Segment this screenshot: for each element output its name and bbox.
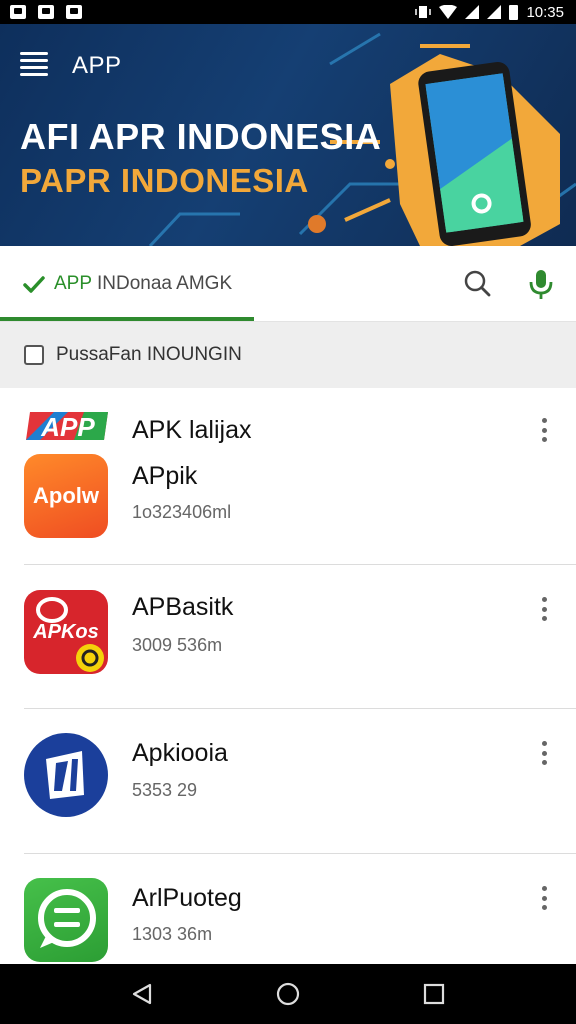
home-icon[interactable]: [276, 982, 300, 1006]
app-list: APP APK lalijax Apolw APpik 1o323406ml A…: [0, 388, 576, 964]
overflow-menu-button[interactable]: [540, 741, 548, 765]
app-name: APK lalijax: [132, 416, 252, 444]
app-size: 1o323406ml: [132, 502, 232, 522]
overflow-dot: [541, 905, 547, 910]
search-input[interactable]: APP INDonaa AMGK: [22, 264, 232, 304]
overflow-dot: [541, 606, 547, 612]
overflow-dot: [541, 437, 547, 442]
search-query: APP INDonaa AMGK: [54, 273, 232, 295]
recent-apps-icon[interactable]: [422, 982, 446, 1006]
overflow-dot: [541, 427, 547, 433]
photo-notification-icon: [10, 5, 26, 19]
app-icon: APKos: [24, 590, 108, 674]
app-size: 1303 36m: [132, 924, 213, 944]
overflow-dot: [541, 750, 547, 756]
overflow-dot: [541, 418, 547, 423]
menu-button[interactable]: [20, 52, 48, 76]
app-name: Apkiooia: [132, 739, 228, 767]
app-icon-text: Apolw: [33, 483, 99, 508]
app-title: APP: [72, 52, 122, 79]
search-query-prefix: APP: [54, 273, 92, 294]
hamburger-line: [20, 59, 48, 62]
filter-label: PussaFan INOUNGIN: [56, 344, 242, 365]
list-item[interactable]: ArlPuoteg 1303 36m: [0, 854, 576, 964]
overflow-dot: [541, 895, 547, 901]
hamburger-line: [20, 73, 48, 76]
vibrate-icon: [415, 6, 432, 18]
overflow-menu-button[interactable]: [540, 886, 548, 910]
overflow-menu-button[interactable]: [540, 418, 548, 442]
search-icon[interactable]: [462, 268, 492, 298]
app-banner-icon: APP: [26, 412, 108, 442]
app-icon-graphic: [38, 889, 96, 948]
wifi-icon: [439, 5, 458, 19]
hamburger-line: [20, 66, 48, 69]
app-name: ArlPuoteg: [132, 884, 242, 912]
app-icon: Apolw: [24, 454, 108, 538]
app-subtitle: APpik: [132, 462, 198, 490]
overflow-dot: [541, 597, 547, 602]
app-icon-graphic: [46, 751, 84, 799]
app-icon: [24, 733, 108, 817]
hero-banner: APP AFI APR INDONESIA PAPR INDONESIA: [0, 24, 576, 246]
app-banner-text: APP: [40, 412, 95, 442]
overflow-menu-button[interactable]: [540, 597, 548, 621]
hero-subtitle: PAPR INDONESIA: [20, 162, 309, 199]
battery-icon: [509, 4, 519, 20]
overflow-dot: [541, 616, 547, 621]
app-icon-graphic: APKos: [32, 597, 104, 672]
list-item[interactable]: APP APK lalijax Apolw APpik 1o323406ml: [0, 388, 576, 564]
back-icon[interactable]: [130, 982, 154, 1006]
signal-icon: [465, 5, 480, 19]
app-name: APBasitk: [132, 593, 234, 621]
list-item[interactable]: Apkiooia 5353 29: [0, 709, 576, 853]
clock: 10:35: [526, 3, 564, 21]
mic-icon[interactable]: [526, 268, 556, 300]
app-size: 5353 29: [132, 780, 198, 800]
app-size: 3009 536m: [132, 635, 223, 655]
search-query-rest: INDonaa AMGK: [91, 273, 233, 294]
app-icon: [24, 878, 108, 962]
download-notification-icon: [66, 5, 82, 19]
signal-2-icon: [487, 5, 502, 19]
overflow-dot: [541, 760, 547, 765]
status-bar: 10:35: [0, 0, 576, 24]
list-item[interactable]: APKos APBasitk 3009 536m: [0, 565, 576, 708]
hamburger-line: [20, 52, 48, 55]
notification-icons: [10, 5, 82, 19]
hero-title: AFI APR INDONESIA: [20, 116, 382, 157]
gallery-notification-icon: [38, 5, 54, 19]
overflow-dot: [541, 886, 547, 891]
overflow-dot: [541, 741, 547, 746]
app-icon-text: APKos: [32, 621, 99, 643]
filter-row: PussaFan INOUNGIN: [0, 322, 576, 388]
navigation-bar: [0, 964, 576, 1024]
check-icon: [23, 276, 45, 293]
filter-checkbox[interactable]: [24, 345, 44, 365]
system-icons: 10:35: [415, 4, 564, 21]
search-focus-underline: [0, 317, 254, 321]
